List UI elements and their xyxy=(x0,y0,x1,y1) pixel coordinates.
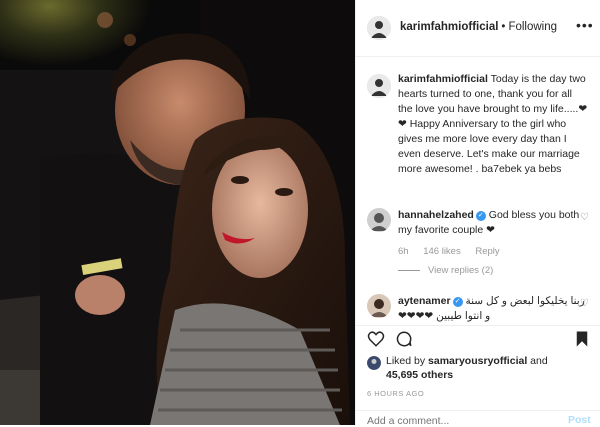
comment-meta: 6h 146 likes Reply xyxy=(398,246,512,257)
post-header: karimfahmiofficial • Following ••• xyxy=(356,0,600,57)
header-separator: • xyxy=(501,21,506,33)
comment-like-heart-icon[interactable]: ♡ xyxy=(580,298,589,309)
comments-list[interactable]: karimfahmiofficial Today is the day two … xyxy=(356,56,600,348)
comment-username[interactable]: aytenamer xyxy=(398,295,451,307)
more-options-icon[interactable]: ••• xyxy=(576,17,594,33)
verified-badge-icon: ✓ xyxy=(452,297,463,307)
likes-others-count[interactable]: 45,695 others xyxy=(386,369,453,381)
caption-body: Today is the day two hearts turned to on… xyxy=(398,73,588,175)
post-timestamp[interactable]: 6 HOURS AGO xyxy=(367,389,424,398)
author-username[interactable]: karimfahmiofficial xyxy=(400,21,498,33)
author-avatar[interactable] xyxy=(367,16,391,40)
liked-by-prefix: Liked by xyxy=(386,355,426,367)
comment-like-heart-icon[interactable]: ♡ xyxy=(580,212,589,223)
comment-username[interactable]: hannahelzahed xyxy=(398,209,474,221)
add-comment-bar: Post xyxy=(356,410,600,427)
action-bar xyxy=(356,325,600,356)
post-photo[interactable] xyxy=(0,0,355,425)
comment-bubble-icon[interactable] xyxy=(395,330,413,348)
caption-text: karimfahmiofficial Today is the day two … xyxy=(398,72,588,177)
comment-avatar[interactable] xyxy=(367,294,391,318)
view-replies-line xyxy=(398,269,420,271)
following-button[interactable]: Following xyxy=(508,21,557,33)
post-comment-button[interactable]: Post xyxy=(568,414,591,426)
comment-text: aytenamer ✓ ربنا يخليكوا لبعض و كل سنة و … xyxy=(398,294,588,324)
caption-username[interactable]: karimfahmiofficial xyxy=(398,73,488,85)
comment-text: hannahelzahed ✓ God bless you both my fav… xyxy=(398,208,588,238)
like-heart-icon[interactable] xyxy=(367,330,385,348)
liker-avatar[interactable] xyxy=(367,356,381,370)
caption-avatar[interactable] xyxy=(367,74,391,98)
comment-avatar[interactable] xyxy=(367,208,391,232)
verified-badge-icon: ✓ xyxy=(475,211,486,221)
post-sidebar: karimfahmiofficial • Following ••• karimfa… xyxy=(355,0,600,427)
liked-by-user[interactable]: samaryousryofficial xyxy=(428,355,527,367)
header-user-line: karimfahmiofficial • Following xyxy=(400,21,557,33)
comment-reply-button[interactable]: Reply xyxy=(475,246,499,257)
view-replies-label: View replies (2) xyxy=(428,265,494,276)
likes-text: Liked by samaryousryofficial and 45,695 … xyxy=(386,354,586,382)
couple-selfie-image xyxy=(0,0,355,425)
comment-likes[interactable]: 146 likes xyxy=(423,246,461,257)
bookmark-icon[interactable] xyxy=(574,330,590,348)
comment-time: 6h xyxy=(398,246,409,257)
liked-by-and: and xyxy=(530,355,548,367)
add-comment-input[interactable] xyxy=(367,415,527,427)
view-replies-button[interactable]: View replies (2) xyxy=(398,265,493,276)
